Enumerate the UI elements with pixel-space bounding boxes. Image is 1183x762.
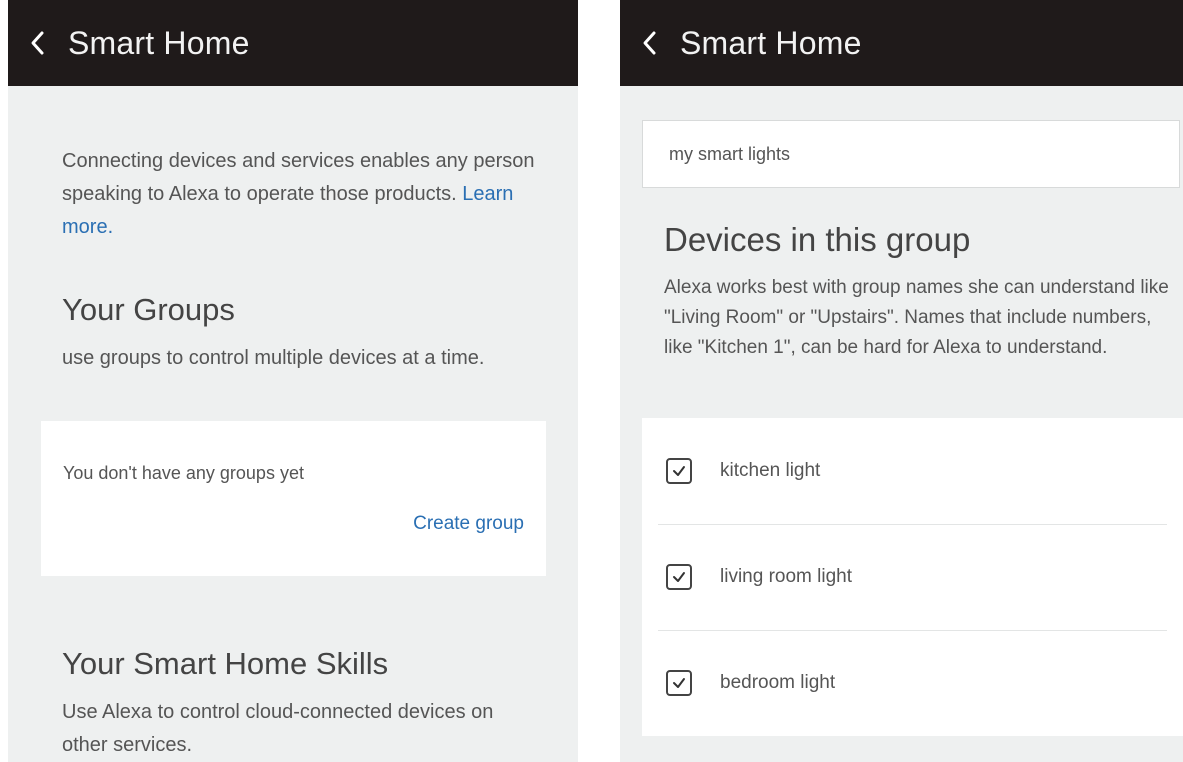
group-edit-screen: Smart Home my smart lights Devices in th…	[620, 0, 1183, 762]
app-header: Smart Home	[620, 0, 1183, 86]
groups-empty-card: You don't have any groups yet Create gro…	[41, 421, 546, 576]
device-label: bedroom light	[720, 672, 836, 693]
back-button[interactable]	[620, 0, 680, 86]
device-list: kitchen light living room light bedroom …	[642, 418, 1183, 736]
device-row-bedroom[interactable]: bedroom light	[642, 630, 1183, 736]
chevron-left-icon	[643, 31, 656, 55]
skills-description: Use Alexa to control cloud-connected dev…	[62, 701, 494, 756]
page-title: Smart Home	[680, 24, 862, 61]
device-label: living room light	[720, 566, 852, 587]
groups-description: use groups to control multiple devices a…	[62, 347, 485, 369]
empty-groups-text: You don't have any groups yet	[63, 463, 304, 483]
group-name-input[interactable]: my smart lights	[642, 120, 1180, 188]
device-label: kitchen light	[720, 460, 821, 481]
device-checkbox[interactable]	[666, 564, 692, 590]
device-row-living-room[interactable]: living room light	[642, 524, 1183, 630]
device-row-kitchen[interactable]: kitchen light	[642, 418, 1183, 524]
intro-text: Connecting devices and services enables …	[62, 145, 542, 244]
device-checkbox[interactable]	[666, 458, 692, 484]
checkmark-icon	[673, 466, 685, 476]
groups-heading: Your Groups	[62, 292, 235, 327]
groups-screen: Smart Home Connecting devices and servic…	[8, 0, 578, 762]
chevron-left-icon	[31, 31, 44, 55]
app-header: Smart Home	[8, 0, 578, 86]
devices-heading: Devices in this group	[664, 221, 971, 258]
page-title: Smart Home	[68, 24, 250, 61]
back-button[interactable]	[8, 0, 68, 86]
skills-heading: Your Smart Home Skills	[62, 646, 389, 681]
checkmark-icon	[673, 572, 685, 582]
device-checkbox[interactable]	[666, 670, 692, 696]
create-group-link[interactable]: Create group	[413, 513, 524, 535]
checkmark-icon	[673, 678, 685, 688]
devices-description: Alexa works best with group names she ca…	[664, 277, 1169, 358]
